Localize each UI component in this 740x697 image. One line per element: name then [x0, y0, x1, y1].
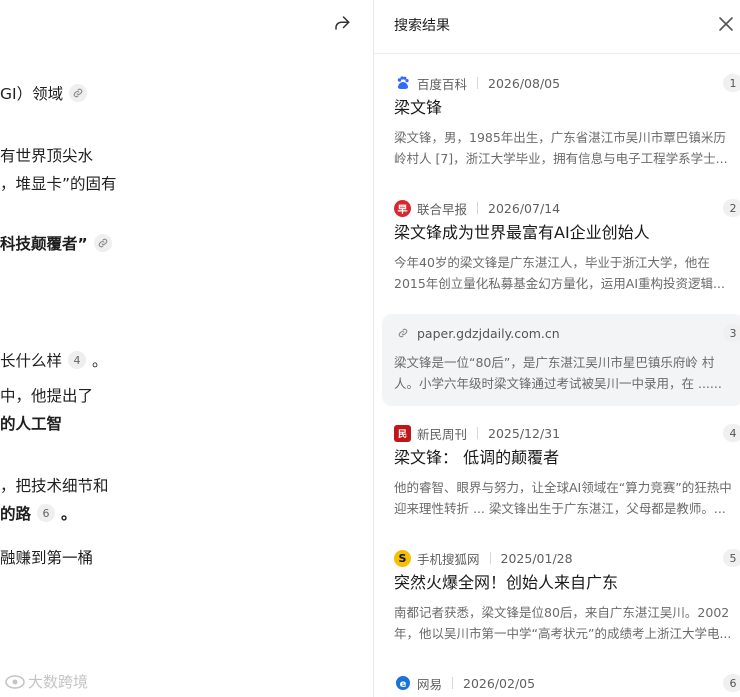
- panel-header: 搜索结果: [374, 0, 740, 54]
- article-line-text: 中，他提出了: [0, 387, 94, 405]
- article-line-text: ，把技术细节和: [0, 477, 109, 495]
- search-result-3[interactable]: paper.gdzjdaily.com.cn 3 梁文锋是一位“80后”，是广东湛江…: [382, 314, 740, 406]
- source-divider: [477, 202, 479, 214]
- search-result-1[interactable]: 百度百科 2026/08/05 1 梁文锋梁文锋，男，1985年出生，广东省湛江市吴川…: [382, 74, 740, 184]
- search-result-2[interactable]: 早联合早报 2026/07/14 2 梁文锋成为世界最富有AI企业创始人今年40岁的梁…: [382, 199, 740, 309]
- article-line: 有世界顶尖水: [0, 144, 93, 166]
- watermark-text: 大数跨境: [28, 673, 89, 691]
- result-source-row: S 手机搜狐网 2025/01/28: [394, 549, 573, 567]
- source-divider: [477, 77, 479, 89]
- result-index-badge: 4: [723, 424, 740, 442]
- search-result-6[interactable]: e 网易 2026/02/05 6: [382, 674, 740, 697]
- article-line-text: 长什么样: [0, 352, 63, 370]
- article-line: ，把技术细节和: [0, 474, 109, 496]
- zaobao-icon: 早: [394, 199, 411, 217]
- result-source-row: 百度百科 2026/08/05: [394, 74, 560, 92]
- article-pane: GI）领域 有世界顶尖水 ，堆显卡”的固有 科技颠覆者” 长什么样 4。中，他提出了 的人工…: [0, 0, 373, 697]
- article-line-text: GI）领域: [0, 85, 64, 103]
- search-results-panel: 搜索结果 百度百科 2026/08/05 1 梁文锋梁文锋，男，1985年出生，广东省…: [374, 0, 740, 697]
- result-index-badge: 3: [723, 324, 740, 342]
- result-source-row: 早联合早报 2026/07/14: [394, 199, 560, 217]
- close-icon[interactable]: [717, 15, 735, 33]
- result-source-name: 手机搜狐网: [417, 551, 480, 567]
- article-line-text: ，堆显卡”的固有: [0, 175, 117, 193]
- result-source-name: 联合早报: [417, 201, 468, 217]
- result-snippet-line: 南都记者获悉，梁文锋是位80后，来自广东湛江吴川。2002: [394, 605, 730, 620]
- result-source-row: paper.gdzjdaily.com.cn: [394, 324, 560, 342]
- citation-badge[interactable]: 6: [37, 504, 56, 522]
- article-line: 的人工智: [0, 412, 62, 434]
- source-divider: [452, 677, 454, 689]
- article-line-punct: 。: [92, 352, 108, 370]
- share-button[interactable]: [331, 12, 353, 34]
- result-source-row: e 网易 2026/02/05: [394, 674, 535, 692]
- sohu-icon: S: [394, 549, 411, 567]
- svg-text:e: e: [399, 679, 406, 690]
- result-date: 2026/02/05: [463, 675, 536, 691]
- search-result-4[interactable]: 民新民周刊 2025/12/31 4 梁文锋： 低调的颠覆者他的睿智、眼界与努力，让全…: [382, 424, 740, 534]
- baidu-paw-icon: [394, 75, 411, 92]
- source-divider: [477, 427, 479, 439]
- article-line-text: 有世界顶尖水: [0, 147, 94, 165]
- result-snippet-line: 岭村人 [7]，浙江大学毕业，拥有信息与电子工程学系学士...: [394, 151, 728, 166]
- watermark-logo-icon: [5, 674, 25, 689]
- article-line: GI）领域: [0, 82, 88, 104]
- result-date: 2026/07/14: [488, 200, 561, 216]
- result-date: 2025/12/31: [488, 425, 561, 441]
- result-title[interactable]: 梁文锋： 低调的颠覆者: [394, 444, 559, 468]
- result-snippet-line: 年，他以吴川市第一中学“高考状元”的成绩考上浙江大学电...: [394, 626, 732, 641]
- result-snippet-line: 今年40岁的梁文锋是广东湛江人，毕业于浙江大学，他在: [394, 255, 710, 270]
- result-index-badge: 1: [723, 74, 740, 92]
- result-title[interactable]: 突然火爆全网！创始人来自广东: [394, 569, 618, 593]
- article-line: 的路 6 。: [0, 502, 77, 524]
- result-date: 2026/08/05: [488, 75, 561, 91]
- article-line: 融赚到第一桶: [0, 546, 93, 568]
- result-index-badge: 6: [723, 674, 740, 692]
- xinmin-icon: 民: [394, 424, 411, 442]
- article-line-text: 的人工智: [0, 415, 63, 433]
- article-line-text: 科技颠覆者”: [0, 235, 88, 253]
- result-snippet-line: 2015年创立量化私募基金幻方量化，运用AI重构投资逻辑...: [394, 276, 725, 291]
- article-line: 科技颠覆者”: [0, 232, 112, 254]
- share-icon: [335, 16, 350, 30]
- result-index-badge: 5: [723, 549, 740, 567]
- netease-icon: e: [394, 675, 411, 692]
- watermark: 大数跨境: [4, 671, 88, 692]
- result-snippet-line: 迎来理性转折 ... 梁文锋出生于广东湛江，父母都是教师。...: [394, 501, 726, 516]
- reference-link-icon[interactable]: [69, 84, 88, 102]
- result-snippet-line: 梁文锋是一位“80后”，是广东湛江吴川市星巴镇乐府岭 村: [394, 355, 715, 370]
- article-line: 长什么样 4 。: [0, 349, 108, 371]
- citation-badge[interactable]: 4: [68, 351, 87, 369]
- result-title[interactable]: 梁文锋: [394, 94, 442, 118]
- result-source-row: 民新民周刊 2025/12/31: [394, 424, 560, 442]
- article-line: 中，他提出了: [0, 384, 93, 406]
- article-line-text: 的路: [0, 505, 32, 523]
- result-index-badge: 2: [723, 199, 740, 217]
- result-source-name: 新民周刊: [417, 426, 468, 442]
- article-line: ，堆显卡”的固有: [0, 172, 117, 194]
- panel-title: 搜索结果: [394, 18, 450, 34]
- article-line-text: 融赚到第一桶: [0, 549, 94, 567]
- result-source-name: 网易: [417, 676, 443, 692]
- search-result-5[interactable]: S 手机搜狐网 2025/01/28 5 突然火爆全网！创始人来自广东南都记者获悉，梁文…: [382, 549, 740, 659]
- result-title[interactable]: 梁文锋成为世界最富有AI企业创始人: [394, 219, 650, 243]
- result-snippet-line: 人。小学六年级时梁文锋通过考试被吴川一中录用，在 ......: [394, 376, 722, 391]
- result-source-name: paper.gdzjdaily.com.cn: [417, 325, 560, 341]
- result-snippet-line: 他的睿智、眼界与努力，让全球AI领域在“算力竞赛”的狂热中: [394, 480, 732, 495]
- result-date: 2025/01/28: [500, 550, 573, 566]
- result-source-name: 百度百科: [417, 76, 468, 92]
- article-line-punct: 。: [61, 505, 77, 523]
- result-snippet-line: 梁文锋，男，1985年出生，广东省湛江市吴川市覃巴镇米历: [394, 130, 726, 145]
- source-divider: [489, 552, 491, 564]
- reference-link-icon[interactable]: [93, 234, 112, 252]
- link-icon: [394, 325, 411, 342]
